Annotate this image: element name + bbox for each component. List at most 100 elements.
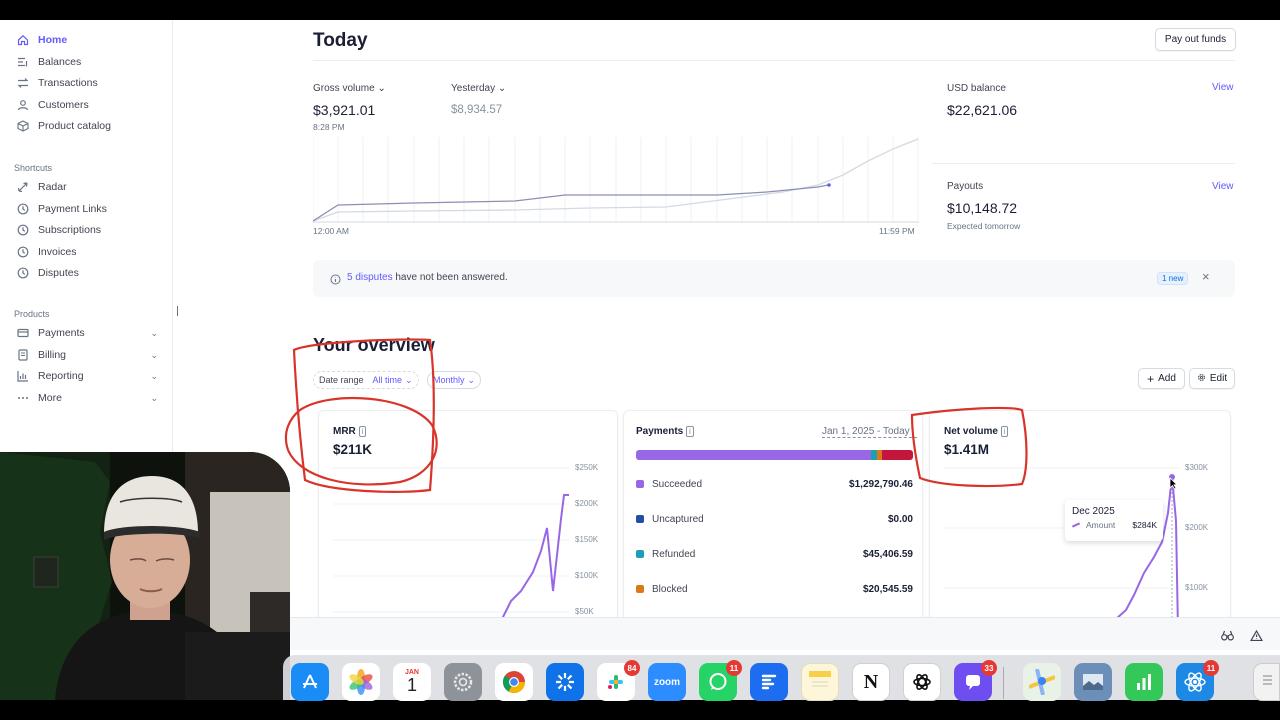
sidebar-item-balances[interactable]: Balances [16, 53, 158, 71]
row-value: $1,292,790.46 [849, 478, 913, 490]
date-range-filter[interactable]: Date range All time ⌄ [313, 371, 419, 389]
chart-gridlines [313, 137, 919, 223]
notes-list-app-icon[interactable] [750, 663, 788, 701]
net-volume-chart [944, 467, 1180, 629]
sidebar-item-payment-links[interactable]: Payment Links [16, 200, 158, 218]
gross-volume-chart[interactable] [313, 137, 919, 223]
binoculars-icon[interactable] [1221, 628, 1234, 646]
payments-row-blocked[interactable]: Blocked $20,545.59 [636, 581, 913, 597]
payments-row-succeeded[interactable]: Succeeded $1,292,790.46 [636, 476, 913, 492]
comparison-selector[interactable]: Yesterday ⌄ [451, 83, 506, 94]
yesterday-label: Yesterday [451, 83, 496, 94]
sidebar-item-label: Balances [38, 56, 82, 68]
y-tick: $200K [1185, 523, 1209, 532]
sidebar-item-label: Home [38, 34, 68, 46]
payments-row-refunded[interactable]: Refunded $45,406.59 [636, 546, 913, 562]
payouts-view-link[interactable]: View [1212, 181, 1234, 192]
sidebar-item-reporting[interactable]: Reporting ⌄ [16, 367, 158, 385]
sidebar-item-more[interactable]: More ⌄ [16, 389, 158, 407]
transactions-icon [16, 76, 30, 90]
chatgpt-icon[interactable] [903, 663, 941, 701]
clock-icon [16, 266, 30, 280]
sidebar-item-radar[interactable]: Radar [16, 178, 158, 196]
clock-icon [16, 223, 30, 237]
sidebar-item-home[interactable]: Home [16, 31, 158, 49]
banner-message: 5 disputes have not been answered. [347, 272, 508, 283]
chevron-down-icon[interactable]: ⌄ [150, 371, 158, 382]
slack-icon[interactable]: 84 [597, 660, 640, 701]
y-tick: $150K [575, 535, 599, 544]
photos-icon[interactable] [342, 663, 380, 701]
clock-icon [16, 245, 30, 259]
preview-icon[interactable] [1074, 663, 1112, 701]
system-settings-icon[interactable] [444, 663, 482, 701]
xcode-cloud-icon[interactable] [546, 663, 584, 701]
sidebar-item-label: More [38, 392, 62, 404]
pay-out-funds-button[interactable]: Pay out funds [1155, 28, 1236, 51]
sidebar-item-payments[interactable]: Payments ⌄ [16, 324, 158, 342]
info-icon: i [358, 426, 367, 437]
usd-balance-label: USD balance [947, 83, 1006, 94]
react-devtools-icon[interactable]: 11 [1176, 660, 1219, 701]
webcam-overlay [0, 452, 290, 700]
usd-balance-view-link[interactable]: View [1212, 82, 1234, 93]
zoom-icon[interactable]: zoom [648, 663, 686, 701]
row-label: Blocked [652, 583, 688, 595]
numbers-icon[interactable] [1125, 663, 1163, 701]
chart-gridlines [333, 467, 569, 613]
more-icon [16, 391, 30, 405]
edit-button[interactable]: Edit [1189, 368, 1235, 389]
chevron-down-icon[interactable]: ⌄ [150, 393, 158, 404]
chevron-down-icon[interactable]: ⌄ [150, 350, 158, 361]
sidebar-item-invoices[interactable]: Invoices [16, 243, 158, 261]
document-icon[interactable] [1253, 663, 1280, 701]
tooltip-series-swatch [1071, 522, 1081, 528]
tooltip-month: Dec 2025 [1072, 506, 1115, 517]
maps-icon[interactable] [1023, 663, 1061, 701]
info-icon: i [1000, 426, 1009, 437]
row-value: $0.00 [887, 513, 913, 525]
disputes-link[interactable]: 5 disputes [347, 272, 393, 283]
y-tick: $100K [575, 571, 599, 580]
dock-separator [1003, 667, 1004, 699]
mouse-cursor-icon [1169, 477, 1178, 495]
payments-date-range[interactable]: Jan 1, 2025 - Today [822, 426, 917, 438]
sidebar-item-label: Billing [38, 349, 67, 361]
whatsapp-icon[interactable]: 11 [699, 660, 742, 701]
sidebar-item-label: Transactions [38, 77, 98, 89]
sidebar-item-label: Payments [38, 327, 85, 339]
usd-balance-value: $22,621.06 [947, 102, 1018, 118]
radar-icon [16, 180, 30, 194]
chevron-down-icon[interactable]: ⌄ [150, 328, 158, 339]
sidebar-item-disputes[interactable]: Disputes [16, 264, 158, 282]
reporting-icon [16, 369, 30, 383]
gross-volume-selector[interactable]: Gross volume ⌄ [313, 83, 386, 94]
sidebar-item-billing[interactable]: Billing ⌄ [16, 346, 158, 364]
payments-row-uncaptured[interactable]: Uncaptured $0.00 [636, 511, 913, 527]
messenger-app-icon[interactable]: 33 [954, 660, 997, 701]
sidebar-item-label: Disputes [38, 267, 79, 279]
payments-card[interactable]: Payments i Jan 1, 2025 - Today Succeeded… [623, 410, 923, 630]
current-point-marker [827, 183, 831, 187]
sidebar-item-product-catalog[interactable]: Product catalog [16, 117, 158, 135]
close-icon[interactable]: × [1202, 269, 1210, 284]
add-label: Add [1158, 373, 1176, 384]
chevron-down-icon: ⌄ [377, 83, 386, 94]
add-button[interactable]: + Add [1138, 368, 1185, 389]
mrr-card[interactable]: MRR i $211K $250K $200K $150K $100K $50K [318, 410, 618, 630]
interval-filter[interactable]: Monthly ⌄ [427, 371, 482, 389]
calendar-icon[interactable]: JAN 1 [393, 663, 431, 701]
edit-label: Edit [1209, 373, 1228, 384]
app-store-icon[interactable] [291, 663, 329, 701]
mrr-value: $211K [333, 442, 373, 457]
sidebar-item-customers[interactable]: Customers [16, 96, 158, 114]
chrome-icon[interactable] [495, 663, 533, 701]
sidebar-item-transactions[interactable]: Transactions [16, 74, 158, 92]
notion-icon[interactable]: N [852, 663, 890, 701]
sidebar-item-label: Invoices [38, 246, 77, 258]
gross-volume-time: 8:28 PM [313, 122, 345, 132]
warning-icon[interactable] [1249, 628, 1264, 646]
tooltip-value: $284K [1132, 520, 1157, 530]
notes-icon[interactable] [801, 663, 839, 701]
sidebar-item-subscriptions[interactable]: Subscriptions [16, 221, 158, 239]
